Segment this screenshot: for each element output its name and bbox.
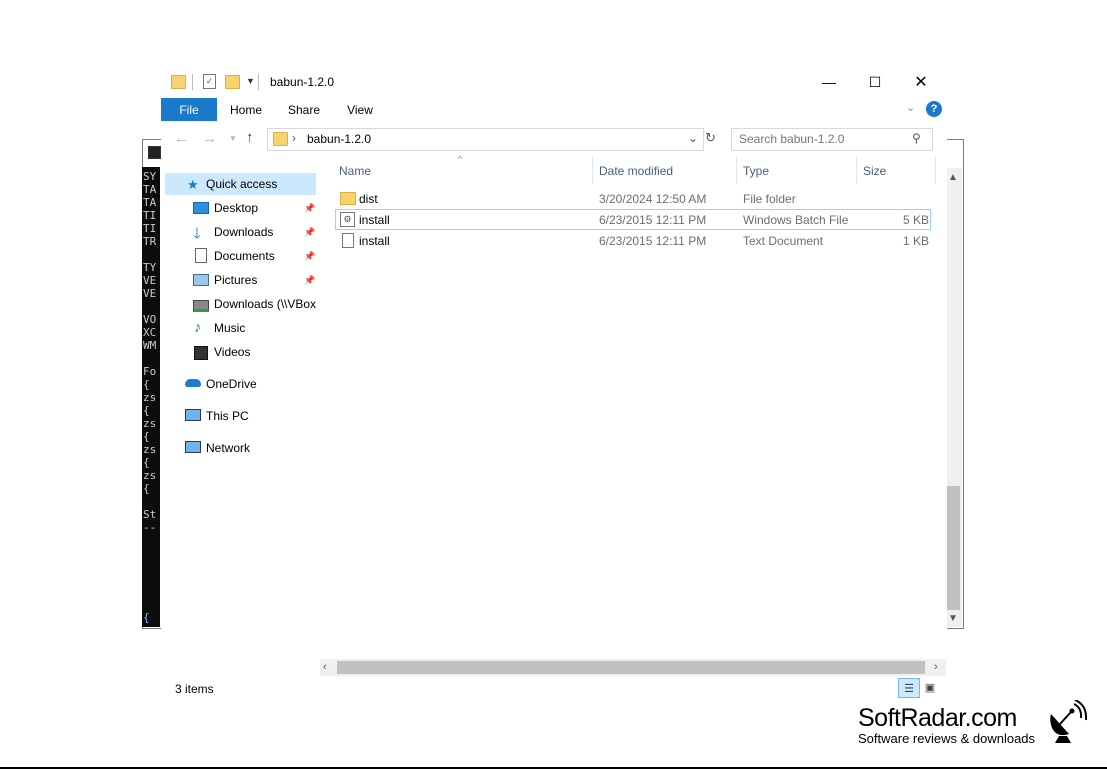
scroll-down-icon[interactable]: ▼ <box>948 613 958 624</box>
this-pc-icon <box>185 409 201 421</box>
file-row-selected[interactable]: ⚙ install 6/23/2015 12:11 PM Windows Bat… <box>335 209 931 230</box>
file-size: 1 KB <box>902 233 929 248</box>
file-name: install <box>359 233 390 248</box>
divider <box>192 74 193 90</box>
sidebar-item-pictures[interactable]: Pictures <box>214 269 257 291</box>
divider <box>258 74 259 90</box>
file-row[interactable]: install 6/23/2015 12:11 PM Text Document… <box>335 230 931 251</box>
column-header-date[interactable]: Date modified <box>599 160 673 182</box>
column-divider[interactable] <box>736 156 737 184</box>
sort-ascending-icon: ^ <box>458 154 463 164</box>
text-file-icon <box>342 233 354 248</box>
search-placeholder: Search babun-1.2.0 <box>739 132 845 146</box>
console-icon <box>148 146 161 159</box>
tab-file[interactable]: File <box>161 98 217 121</box>
tab-share[interactable]: Share <box>280 99 328 121</box>
videos-icon <box>194 346 208 360</box>
expand-ribbon-icon[interactable]: ⌄ <box>906 101 915 114</box>
breadcrumb-chevron-icon: › <box>292 131 296 145</box>
minimize-button[interactable]: — <box>806 67 852 97</box>
column-header-name[interactable]: Name <box>339 160 371 182</box>
sidebar-item-documents[interactable]: Documents <box>214 245 275 267</box>
scroll-left-icon[interactable]: ‹ <box>323 661 327 673</box>
address-dropdown-icon[interactable]: ⌄ <box>688 131 698 145</box>
file-type: Windows Batch File <box>743 212 849 227</box>
details-view-icon[interactable]: ☰ <box>898 678 920 698</box>
file-date: 6/23/2015 12:11 PM <box>599 233 707 248</box>
back-arrow-icon[interactable]: ← <box>174 130 189 147</box>
documents-icon <box>195 248 207 263</box>
sidebar-item-network[interactable]: Network <box>206 437 250 459</box>
help-icon[interactable]: ? <box>926 101 942 117</box>
column-header-type[interactable]: Type <box>743 160 769 182</box>
batch-file-icon: ⚙ <box>340 212 355 227</box>
console-scroll-thumb[interactable] <box>947 486 960 610</box>
onedrive-icon <box>185 379 201 387</box>
search-icon[interactable]: ⚲ <box>912 131 921 145</box>
file-name: install <box>359 212 390 227</box>
pin-icon[interactable]: 📌 <box>304 203 315 213</box>
new-folder-icon[interactable] <box>225 75 240 89</box>
folder-icon <box>171 75 186 89</box>
column-divider[interactable] <box>935 156 936 184</box>
file-name: dist <box>359 191 378 206</box>
file-date: 6/23/2015 12:11 PM <box>599 212 707 227</box>
large-icons-view-icon[interactable]: ▣ <box>920 678 940 696</box>
network-icon <box>185 441 201 453</box>
properties-icon[interactable]: ✓ <box>203 74 216 89</box>
console-brace: { <box>143 611 150 624</box>
column-divider[interactable] <box>856 156 857 184</box>
pictures-icon <box>193 274 209 286</box>
scroll-right-icon[interactable]: › <box>934 661 938 673</box>
network-drive-icon <box>193 300 209 312</box>
satellite-dish-icon <box>1050 700 1087 743</box>
watermark-tagline: Software reviews & downloads <box>858 731 1036 746</box>
tab-home[interactable]: Home <box>222 99 270 121</box>
file-type: Text Document <box>743 233 824 248</box>
horizontal-scroll-thumb[interactable] <box>337 661 925 674</box>
column-header-size[interactable]: Size <box>863 160 886 182</box>
watermark-name: SoftRadar.com <box>858 704 1017 732</box>
nav-quick-access[interactable]: Quick access <box>206 173 277 195</box>
file-date: 3/20/2024 12:50 AM <box>599 191 707 206</box>
music-icon: ♪ <box>194 319 202 336</box>
file-size: 5 KB <box>902 212 929 227</box>
status-item-count: 3 items <box>175 682 214 696</box>
sidebar-item-desktop[interactable]: Desktop <box>214 197 258 219</box>
scroll-up-icon[interactable]: ▲ <box>948 172 958 183</box>
tab-view[interactable]: View <box>336 99 384 121</box>
console-output: SY TA TA TI TI TR TY VE VE VO XC WM Fo {… <box>143 170 157 534</box>
sidebar-item-downloads[interactable]: Downloads <box>214 221 273 243</box>
column-divider[interactable] <box>592 156 593 184</box>
sidebar-item-network-downloads[interactable]: Downloads (\\VBox <box>214 293 316 315</box>
sidebar-item-this-pc[interactable]: This PC <box>206 405 249 427</box>
recent-locations-icon[interactable]: ▼ <box>229 134 237 143</box>
star-icon: ★ <box>187 177 199 192</box>
pin-icon[interactable]: 📌 <box>304 227 315 237</box>
softradar-watermark: SoftRadar.com Software reviews & downloa… <box>858 704 1035 746</box>
window-title: babun-1.2.0 <box>270 75 335 89</box>
file-type: File folder <box>743 191 796 206</box>
file-row[interactable]: dist 3/20/2024 12:50 AM File folder <box>335 188 931 209</box>
sidebar-item-videos[interactable]: Videos <box>214 341 250 363</box>
maximize-button[interactable]: ☐ <box>852 67 898 97</box>
customize-qat-icon[interactable]: ▼ <box>246 76 255 86</box>
forward-arrow-icon[interactable]: → <box>202 130 217 147</box>
pin-icon[interactable]: 📌 <box>304 251 315 261</box>
folder-icon <box>273 132 288 146</box>
sidebar-item-onedrive[interactable]: OneDrive <box>206 373 257 395</box>
pin-icon[interactable]: 📌 <box>304 275 315 285</box>
refresh-icon[interactable]: ↻ <box>705 130 716 146</box>
desktop-icon <box>193 202 209 214</box>
sidebar-item-music[interactable]: Music <box>214 317 245 339</box>
close-button[interactable]: ✕ <box>898 67 944 97</box>
explorer-window <box>161 64 947 704</box>
up-arrow-icon[interactable]: ↑ <box>246 129 254 146</box>
folder-icon <box>340 192 356 205</box>
breadcrumb-current[interactable]: babun-1.2.0 <box>307 132 371 146</box>
downloads-icon: 🡓 <box>193 225 201 242</box>
